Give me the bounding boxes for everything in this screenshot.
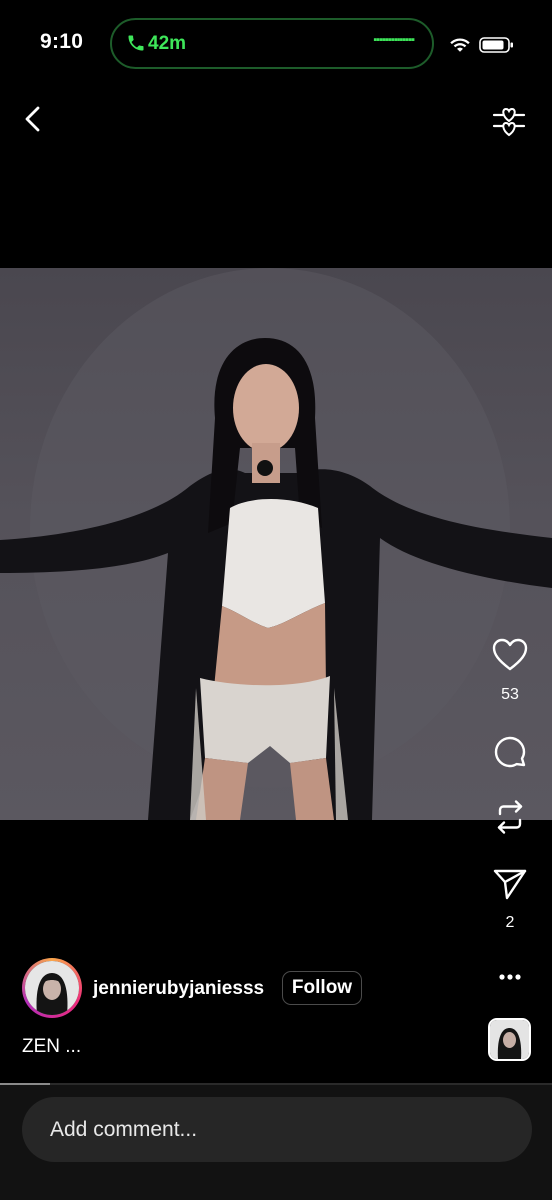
like-count: 53 [501,686,519,703]
heart-outline-icon[interactable] [491,636,529,674]
chevron-left-icon[interactable] [18,104,48,134]
audio-waveform: ▪▪▪▪▪▪▪▪▪▪▪▪▪▪ [373,34,415,46]
phone-icon [128,35,144,51]
heart-sliders-icon[interactable] [490,102,528,138]
follow-button[interactable]: Follow [282,971,362,1005]
share-count: 2 [505,914,515,931]
repost-icon[interactable] [491,798,529,836]
wifi-icon [450,38,470,52]
comment-icon[interactable] [491,734,529,772]
post-caption[interactable]: ZEN ... [22,1036,81,1058]
comment-input[interactable]: Add comment... [22,1097,532,1162]
comment-bar: Add comment... [0,1085,552,1200]
battery-icon [479,37,513,53]
call-duration: 42m [148,33,187,54]
avatar-image [25,961,79,1015]
video-player[interactable] [0,268,552,820]
video-frame-image [0,268,552,820]
avatar[interactable] [22,958,82,1018]
status-time: 9:10 [40,30,84,53]
send-icon[interactable] [491,864,529,902]
username[interactable]: jennierubyjaniesss [93,978,264,1000]
audio-thumbnail[interactable] [488,1018,531,1061]
more-horizontal-icon[interactable] [491,958,529,996]
active-call-pill[interactable]: 42m ▪▪▪▪▪▪▪▪▪▪▪▪▪▪ [110,18,434,69]
